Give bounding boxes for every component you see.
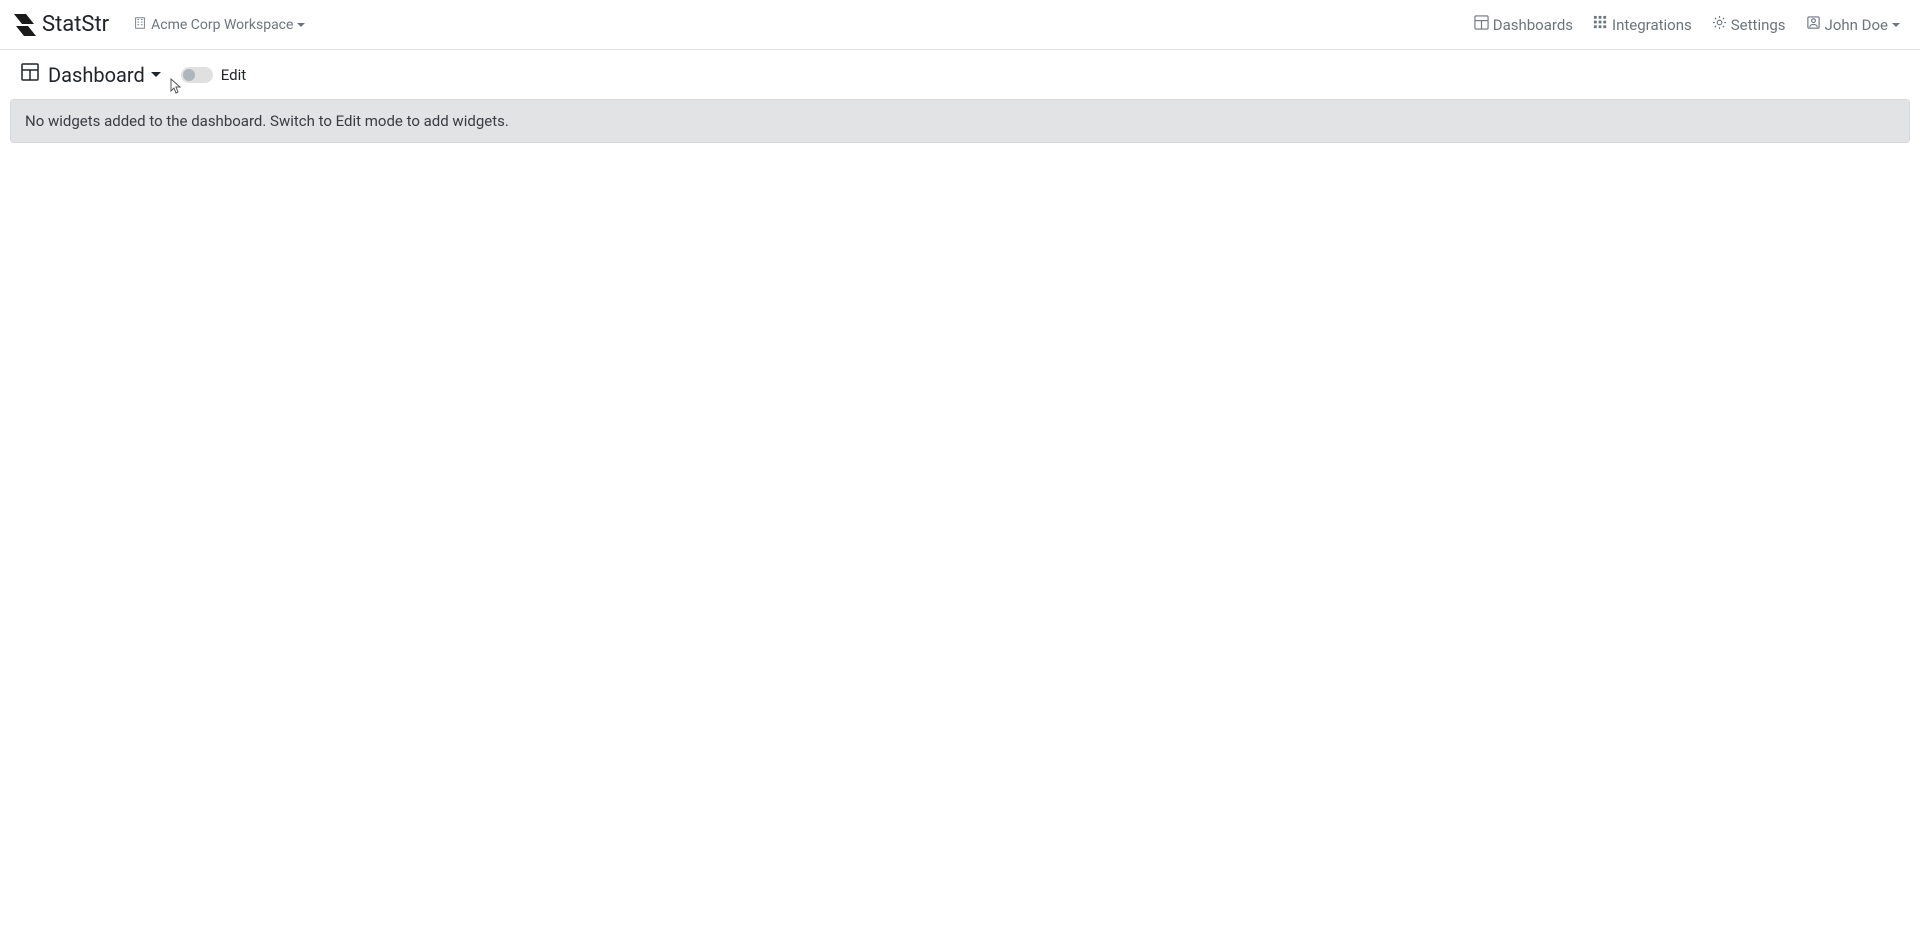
empty-state-text: No widgets added to the dashboard. Switc… — [25, 112, 509, 130]
nav-dashboards-label: Dashboards — [1493, 16, 1573, 34]
workspace-label: Acme Corp Workspace — [151, 17, 293, 33]
top-navbar: StatStr Acme Corp Workspace — [0, 0, 1920, 50]
brand-name: StatStr — [42, 12, 109, 37]
grid-icon — [1593, 15, 1608, 34]
nav-integrations[interactable]: Integrations — [1585, 9, 1700, 40]
user-icon — [1806, 15, 1821, 34]
nav-settings[interactable]: Settings — [1704, 9, 1794, 40]
navbar-right: Dashboards Integrations — [1466, 9, 1908, 40]
nav-user-dropdown[interactable]: John Doe — [1798, 9, 1908, 40]
dashboard-selector-dropdown[interactable]: Dashboard — [20, 62, 161, 87]
brand-logo[interactable]: StatStr — [12, 12, 109, 38]
nav-dashboards[interactable]: Dashboards — [1466, 9, 1581, 40]
workspace-dropdown[interactable]: Acme Corp Workspace — [125, 12, 313, 38]
toggle-knob — [183, 69, 195, 81]
gear-icon — [1712, 15, 1727, 34]
toggle-switch — [181, 67, 213, 83]
nav-integrations-label: Integrations — [1612, 16, 1692, 34]
nav-settings-label: Settings — [1731, 16, 1786, 34]
logo-icon — [12, 12, 38, 38]
building-icon — [133, 16, 147, 34]
caret-down-icon — [151, 72, 161, 77]
nav-user-label: John Doe — [1825, 16, 1888, 34]
caret-down-icon — [297, 23, 305, 27]
empty-state-message: No widgets added to the dashboard. Switc… — [10, 99, 1910, 143]
layout-icon — [20, 62, 40, 87]
dashboard-icon — [1474, 15, 1489, 34]
dashboard-selector-label: Dashboard — [48, 63, 145, 87]
edit-mode-toggle[interactable]: Edit — [181, 66, 246, 84]
edit-toggle-label: Edit — [221, 66, 246, 84]
caret-down-icon — [1892, 23, 1900, 27]
dashboard-content: No widgets added to the dashboard. Switc… — [0, 99, 1920, 143]
dashboard-toolbar: Dashboard Edit — [0, 50, 1920, 99]
